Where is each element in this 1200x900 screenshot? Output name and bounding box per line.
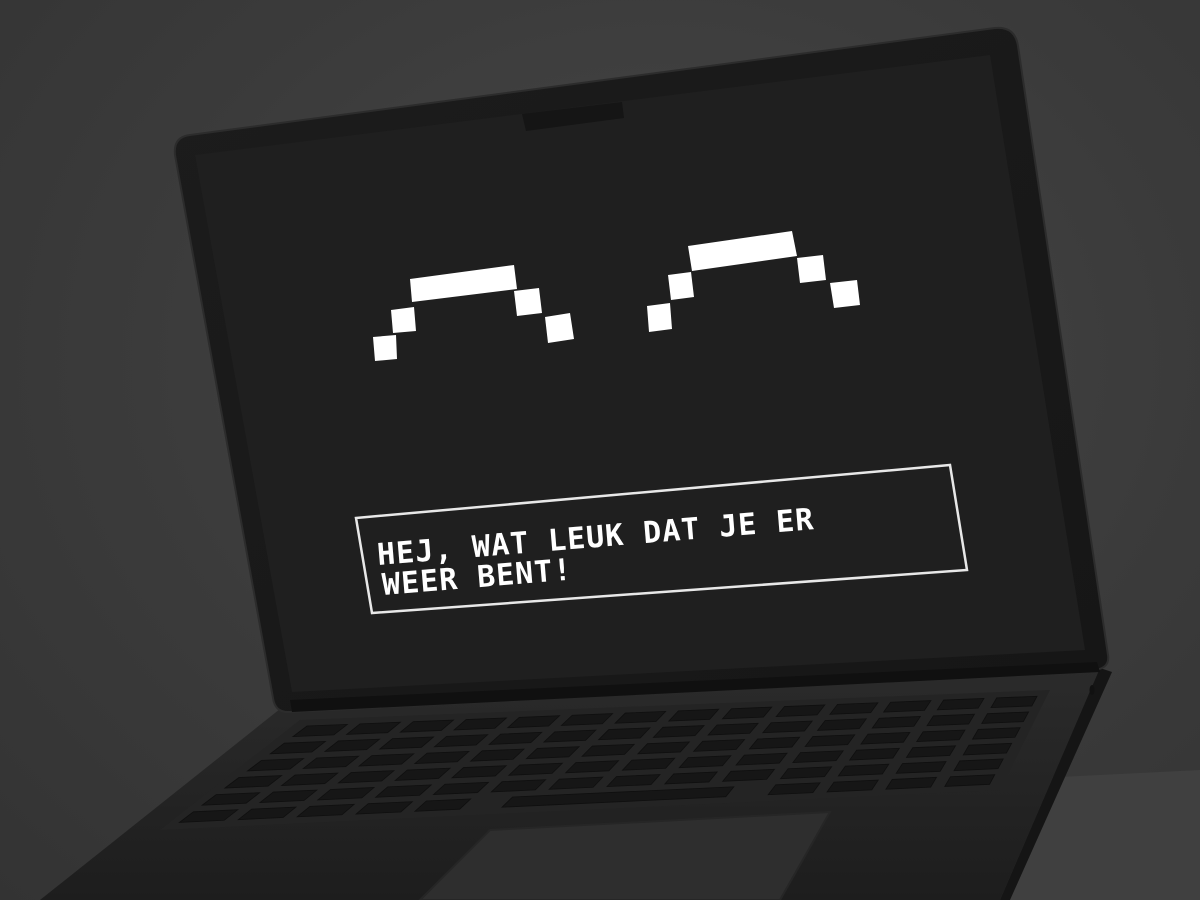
keyboard-key[interactable]	[826, 779, 880, 793]
laptop-illustration: HEJ, WAT LEUK DAT JE ER WEER BENT!	[40, 26, 1200, 900]
keyboard-key[interactable]	[829, 702, 879, 715]
scene: HEJ, WAT LEUK DAT JE ER WEER BENT!	[0, 0, 1200, 900]
keyboard-key[interactable]	[871, 716, 922, 729]
keyboard-key[interactable]	[895, 761, 947, 774]
keyboard-key[interactable]	[971, 727, 1021, 740]
keyboard-key[interactable]	[816, 718, 868, 731]
keyboard-key[interactable]	[792, 750, 844, 763]
keyboard-key[interactable]	[837, 763, 890, 777]
headphone-port	[1089, 685, 1095, 695]
keyboard-key[interactable]	[905, 745, 957, 758]
keyboard-key[interactable]	[926, 713, 976, 727]
keyboard-key[interactable]	[953, 758, 1004, 772]
keyboard-key[interactable]	[804, 734, 856, 747]
keyboard-key[interactable]	[767, 782, 821, 796]
keyboard-key[interactable]	[882, 700, 932, 713]
keyboard-key[interactable]	[916, 729, 966, 743]
keyboard-key[interactable]	[962, 742, 1013, 756]
display-screen	[195, 55, 1085, 692]
keyboard-key[interactable]	[990, 695, 1038, 709]
keyboard-key[interactable]	[944, 774, 996, 787]
keyboard-key[interactable]	[779, 766, 833, 780]
keyboard-key[interactable]	[885, 776, 938, 790]
keyboard-key[interactable]	[936, 698, 985, 711]
keyboard-key[interactable]	[981, 711, 1030, 724]
keyboard-key[interactable]	[848, 747, 901, 761]
keyboard-key[interactable]	[860, 731, 911, 745]
